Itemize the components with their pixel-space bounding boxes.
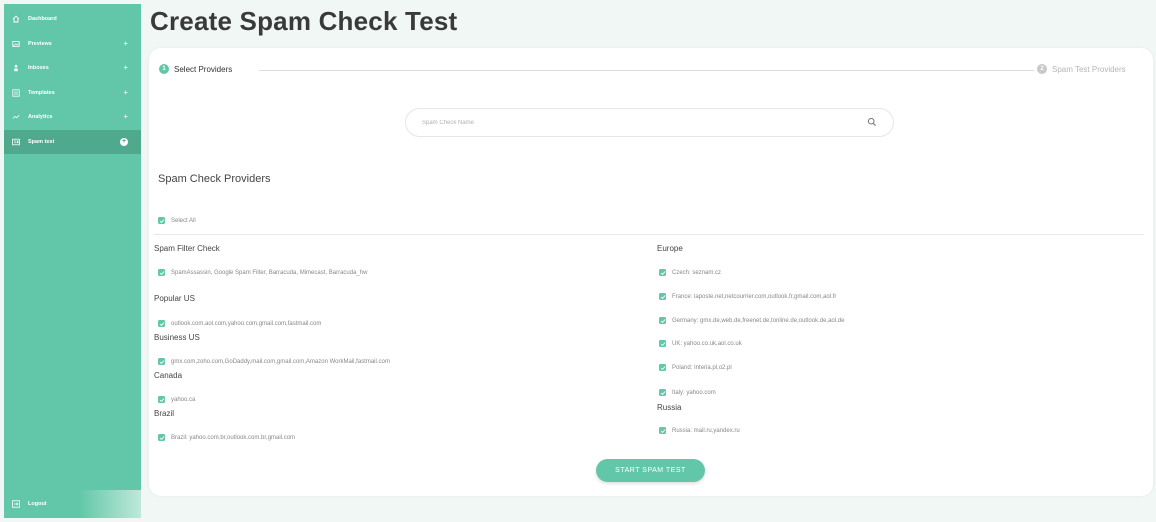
sidebar-item-templates[interactable]: Templates + (4, 81, 141, 106)
group-title-popular-us: Popular US (154, 294, 195, 303)
checkbox-label: Brazil: yahoo.com.br,outlook.com.br,gmai… (171, 434, 296, 441)
checkbox-checked-icon[interactable] (158, 434, 165, 441)
sidebar-item-dashboard[interactable]: Dashboard (4, 7, 141, 32)
checkbox-label: Russia: mail.ru,yandex.ru (672, 427, 740, 434)
checkbox-checked-icon[interactable] (659, 389, 666, 396)
sidebar-item-inboxes[interactable]: Inboxes + (4, 56, 141, 81)
provider-checkbox-russia[interactable]: Russia: mail.ru,yandex.ru (659, 427, 740, 434)
group-title-business-us: Business US (154, 333, 200, 342)
expand-plus-icon[interactable]: + (123, 64, 128, 72)
step-label: Spam Test Providers (1052, 64, 1126, 74)
checkbox-label: Germany: gmx.de,web.de,freenet.de,tonlin… (672, 317, 845, 324)
checkbox-checked-icon[interactable] (659, 340, 666, 347)
step-label: Select Providers (174, 64, 233, 74)
step-connector (259, 70, 1034, 71)
home-icon (12, 15, 20, 23)
provider-checkbox-poland[interactable]: Poland: Interia.pl,o2.pl (659, 364, 732, 371)
checkbox-checked-icon[interactable] (158, 217, 165, 224)
provider-checkbox-canada[interactable]: yahoo.ca (158, 396, 195, 403)
checkbox-checked-icon[interactable] (158, 358, 165, 365)
select-all-checkbox[interactable]: Select All (158, 217, 196, 224)
provider-checkbox-brazil[interactable]: Brazil: yahoo.com.br,outlook.com.br,gmai… (158, 434, 295, 441)
page-title: Create Spam Check Test (150, 6, 458, 36)
analytics-icon (12, 113, 20, 121)
provider-checkbox-france[interactable]: France: laposte.net,netcourrier.com,outl… (659, 293, 836, 300)
provider-checkbox-uk[interactable]: UK: yahoo.co.uk,aol.co.uk (659, 340, 742, 347)
provider-checkbox-spam-filter[interactable]: SpamAssassin, Google Spam Filter, Barrac… (158, 269, 367, 276)
sidebar-item-label: Dashboard (28, 16, 57, 23)
checkbox-label: UK: yahoo.co.uk,aol.co.uk (672, 340, 742, 347)
provider-checkbox-popular-us[interactable]: outlook.com,aol.com,yahoo.com,gmail.com,… (158, 320, 321, 327)
spam-test-icon (12, 138, 20, 146)
spam-check-name-field[interactable] (405, 108, 894, 137)
provider-checkbox-italy[interactable]: Italy: yahoo.com (659, 389, 716, 396)
sidebar-item-label: Spam test (28, 138, 55, 145)
divider (154, 234, 1144, 235)
image-icon (12, 40, 20, 48)
provider-checkbox-czech[interactable]: Czech: seznam.cz (659, 269, 721, 276)
checkbox-label: gmx.com,zoho.com,GoDaddy,mail.com,gmail.… (171, 358, 390, 365)
sidebar: Dashboard Previews + Inboxes + Templates… (4, 4, 141, 518)
sidebar-item-analytics[interactable]: Analytics + (4, 105, 141, 130)
group-title-russia: Russia (657, 403, 682, 412)
spam-check-name-input[interactable] (422, 119, 867, 126)
sidebar-item-previews[interactable]: Previews + (4, 32, 141, 57)
checkbox-checked-icon[interactable] (659, 269, 666, 276)
stepper: 1 Select Providers 2 Spam Test Providers (159, 64, 1149, 76)
providers-section-title: Spam Check Providers (158, 173, 271, 185)
expand-plus-icon[interactable]: + (123, 88, 128, 97)
step-select-providers[interactable]: 1 Select Providers (159, 64, 232, 74)
checkbox-label: Poland: Interia.pl,o2.pl (672, 364, 732, 371)
checkbox-checked-icon[interactable] (659, 317, 666, 324)
start-spam-test-button[interactable]: START SPAM TEST (596, 459, 705, 482)
sidebar-item-spam-test[interactable]: Spam test + (4, 129, 141, 154)
group-title-brazil: Brazil (154, 409, 175, 418)
search-icon[interactable] (867, 114, 877, 132)
checkbox-checked-icon[interactable] (158, 269, 165, 276)
step-number-badge: 2 (1037, 64, 1047, 74)
sidebar-item-label: Templates (28, 89, 55, 96)
group-title-spam-filter: Spam Filter Check (154, 244, 220, 253)
checkbox-label: outlook.com,aol.com,yahoo.com,gmail.com,… (171, 320, 322, 327)
checkbox-label: Select All (171, 217, 196, 224)
step-spam-test-providers[interactable]: 2 Spam Test Providers (1037, 64, 1126, 74)
checkbox-label: yahoo.ca (171, 396, 196, 403)
checkbox-checked-icon[interactable] (158, 396, 165, 403)
sidebar-item-label: Previews (28, 40, 52, 47)
provider-checkbox-business-us[interactable]: gmx.com,zoho.com,GoDaddy,mail.com,gmail.… (158, 358, 390, 365)
group-title-europe: Europe (657, 244, 683, 253)
checkbox-label: SpamAssassin, Google Spam Filter, Barrac… (171, 269, 368, 276)
checkbox-label: France: laposte.net,netcourrier.com,outl… (672, 293, 837, 300)
logout-label: Logout (28, 501, 47, 507)
sidebar-item-label: Inboxes (28, 65, 49, 72)
provider-checkbox-germany[interactable]: Germany: gmx.de,web.de,freenet.de,tonlin… (659, 317, 844, 324)
expand-plus-icon[interactable]: + (120, 137, 128, 146)
person-icon (12, 64, 20, 72)
group-title-canada: Canada (154, 371, 183, 380)
main-card: 1 Select Providers 2 Spam Test Providers… (149, 48, 1153, 496)
checkbox-checked-icon[interactable] (158, 320, 165, 327)
checkbox-checked-icon[interactable] (659, 364, 666, 371)
expand-plus-icon[interactable]: + (123, 113, 128, 121)
sidebar-item-label: Analytics (28, 114, 53, 121)
expand-plus-icon[interactable]: + (123, 39, 128, 48)
logout-icon (12, 500, 20, 508)
step-number-badge: 1 (159, 64, 169, 74)
checkbox-checked-icon[interactable] (659, 427, 666, 434)
checkbox-label: Italy: yahoo.com (672, 389, 716, 396)
checkbox-checked-icon[interactable] (659, 293, 666, 300)
checkbox-label: Czech: seznam.cz (672, 269, 722, 276)
logout-button[interactable]: Logout (4, 490, 141, 518)
template-icon (12, 89, 20, 97)
